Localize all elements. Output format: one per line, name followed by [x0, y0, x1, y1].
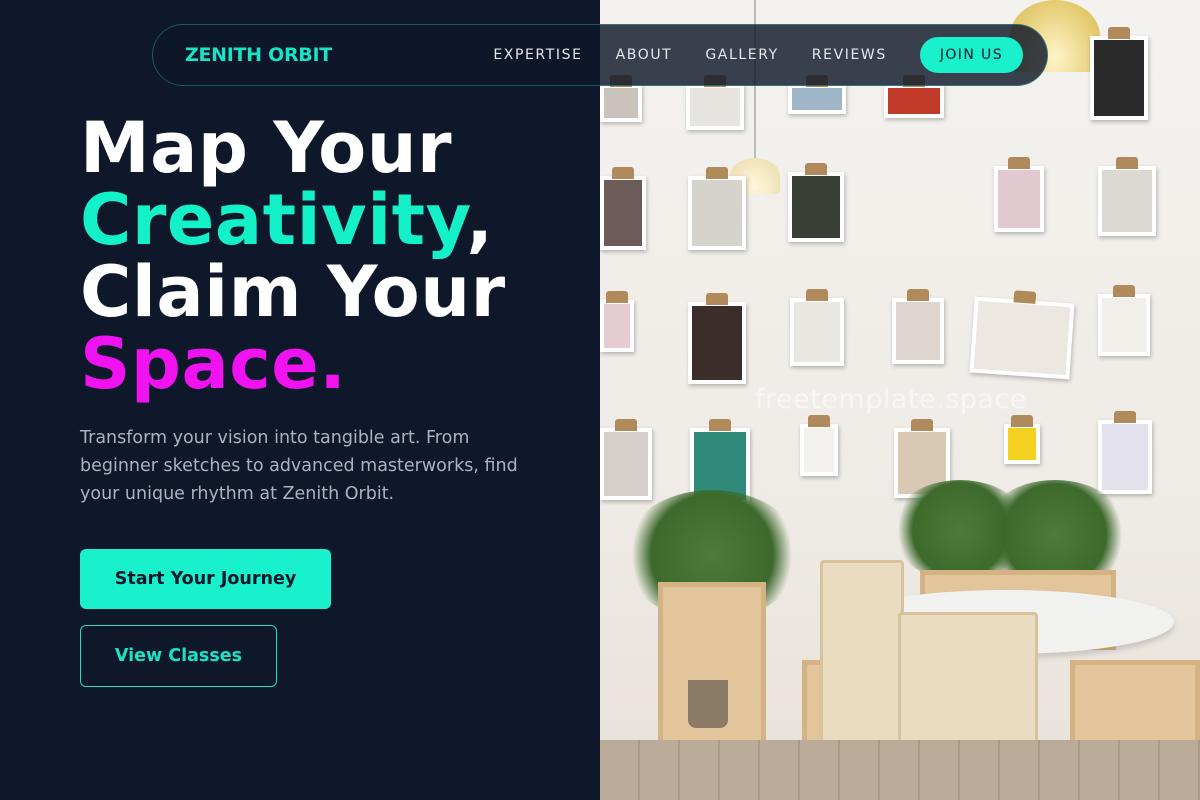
wall-clipboard — [688, 293, 746, 384]
wall-clipboard — [1098, 285, 1150, 356]
wall-clipboard — [1098, 157, 1156, 236]
watermark: freetemplate.space — [755, 384, 1027, 415]
hero-subtitle: Transform your vision into tangible art.… — [80, 428, 518, 504]
wall-clipboard — [800, 415, 838, 476]
wall-clipboard — [969, 296, 1075, 380]
wall-clipboard — [1090, 27, 1148, 120]
start-journey-button[interactable]: Start Your Journey — [80, 549, 331, 609]
wall-clipboard — [788, 75, 846, 114]
wall-clipboard — [686, 75, 744, 130]
wall-clipboard — [1098, 411, 1152, 494]
nav-link-about[interactable]: ABOUT — [616, 47, 673, 63]
wooden-floor — [600, 740, 1200, 800]
headline-line-3: Claim Your — [80, 251, 506, 333]
view-classes-button[interactable]: View Classes — [80, 625, 277, 687]
headline-line-1: Map Your — [80, 107, 453, 189]
nav-link-gallery[interactable]: GALLERY — [705, 47, 778, 63]
wall-clipboard — [600, 75, 642, 122]
brand-logo[interactable]: ZENITH ORBIT — [185, 44, 332, 66]
nav-link-reviews[interactable]: REVIEWS — [812, 47, 887, 63]
headline-highlight-space: Space. — [80, 323, 347, 405]
wall-clipboard — [600, 291, 634, 352]
wall-clipboard — [994, 157, 1044, 232]
wall-clipboard — [688, 167, 746, 250]
wall-clipboard — [790, 289, 844, 366]
wall-clipboard — [1004, 415, 1040, 464]
headline-highlight-creativity: Creativity — [80, 179, 467, 261]
nav-links: EXPERTISE ABOUT GALLERY REVIEWS JOIN US — [493, 37, 1023, 73]
wall-clipboard — [788, 163, 844, 242]
hero-headline: Map Your Creativity, Claim Your Space. — [80, 112, 506, 400]
hero-photo: freetemplate.space — [600, 0, 1200, 800]
wall-clipboard — [884, 75, 944, 118]
wooden-chair — [820, 560, 904, 760]
wall-clipboard — [892, 289, 944, 364]
top-navigation: ZENITH ORBIT EXPERTISE ABOUT GALLERY REV… — [152, 24, 1048, 86]
hero-panel: Map Your Creativity, Claim Your Space. T… — [0, 0, 600, 800]
headline-line-2: Creativity, — [80, 184, 506, 256]
wall-clipboard — [600, 167, 646, 250]
headline-comma: , — [466, 179, 494, 261]
plant-pot — [688, 680, 728, 728]
join-us-button[interactable]: JOIN US — [919, 37, 1023, 73]
nav-link-expertise[interactable]: EXPERTISE — [493, 47, 582, 63]
wall-clipboard — [600, 419, 652, 500]
